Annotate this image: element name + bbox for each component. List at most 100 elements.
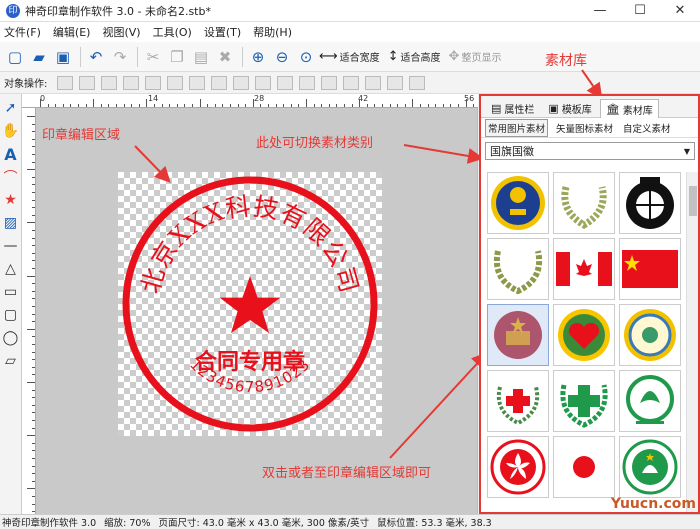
hand-icon[interactable]: ✋ bbox=[2, 121, 20, 141]
category-select[interactable]: 国旗国徽 ▼ bbox=[485, 142, 695, 160]
ruler-tick bbox=[32, 306, 35, 307]
save-icon[interactable]: ▣ bbox=[52, 46, 74, 68]
delete-icon[interactable]: ✖ bbox=[214, 46, 236, 68]
star-tool-icon[interactable]: ★ bbox=[2, 190, 20, 210]
center-page-icon[interactable] bbox=[409, 75, 426, 90]
menu-file[interactable]: 文件(F) bbox=[4, 24, 41, 40]
same-size-icon[interactable] bbox=[387, 75, 404, 90]
redo-icon[interactable]: ↷ bbox=[109, 46, 131, 68]
ruler-tick bbox=[131, 104, 133, 107]
image-tool-icon[interactable]: ▨ bbox=[2, 213, 20, 233]
material-green-cross-emblem[interactable] bbox=[553, 370, 615, 432]
chevron-down-icon: ▼ bbox=[683, 146, 690, 156]
menu-edit[interactable]: 编辑(E) bbox=[53, 24, 91, 40]
menu-help[interactable]: 帮助(H) bbox=[253, 24, 292, 40]
ellipse-tool-icon[interactable]: ◯ bbox=[2, 328, 20, 348]
scrollbar-thumb[interactable] bbox=[689, 186, 697, 216]
line-tool-icon[interactable]: — bbox=[2, 236, 20, 256]
menu-settings[interactable]: 设置(T) bbox=[204, 24, 241, 40]
ruler-tick bbox=[32, 290, 35, 292]
lock-icon[interactable] bbox=[145, 75, 162, 90]
same-width-icon[interactable] bbox=[343, 75, 360, 90]
bring-front-icon[interactable] bbox=[101, 75, 118, 90]
material-hongkong-emblem[interactable] bbox=[487, 436, 549, 498]
fit-height-button[interactable]: ↕ 适合高度 bbox=[388, 49, 441, 64]
material-scrollbar[interactable] bbox=[686, 172, 698, 512]
seal-stamp[interactable]: 北京ⅩⅩⅩ科技有限公司 合同专用章 1234567891023 bbox=[118, 172, 382, 436]
send-back-icon[interactable] bbox=[123, 75, 140, 90]
align-top-icon[interactable] bbox=[233, 75, 250, 90]
undo-icon[interactable]: ↶ bbox=[85, 46, 107, 68]
ruler-tick bbox=[207, 104, 209, 107]
distribute-v-icon[interactable] bbox=[321, 75, 338, 90]
material-china-flag[interactable] bbox=[619, 238, 681, 300]
pointer-icon[interactable]: ➚ bbox=[2, 98, 20, 118]
triangle-tool-icon[interactable]: △ bbox=[2, 259, 20, 279]
tab-materials[interactable]: 🏛 素材库 bbox=[599, 99, 659, 118]
material-green-eco-emblem[interactable] bbox=[619, 370, 681, 432]
close-button[interactable]: ✕ bbox=[660, 0, 700, 22]
material-canada-flag[interactable] bbox=[553, 238, 615, 300]
material-cctv-globe-emblem[interactable] bbox=[619, 172, 681, 234]
seal-star bbox=[219, 276, 281, 333]
ruler-tick bbox=[328, 104, 330, 107]
ruler-tick bbox=[306, 99, 307, 107]
rounded-rect-tool-icon[interactable]: ▢ bbox=[2, 305, 20, 325]
zoom-actual-icon[interactable]: ⊙ bbox=[295, 46, 317, 68]
distribute-h-icon[interactable] bbox=[299, 75, 316, 90]
material-red-cross-emblem[interactable] bbox=[487, 370, 549, 432]
zoom-in-icon[interactable]: ⊕ bbox=[247, 46, 269, 68]
ungroup-icon[interactable] bbox=[79, 75, 96, 90]
subtab-common-images[interactable]: 常用图片素材 bbox=[485, 118, 549, 137]
maximize-button[interactable]: ☐ bbox=[620, 0, 660, 22]
tab-properties[interactable]: ▤ 属性栏 bbox=[485, 99, 540, 118]
copy-icon[interactable]: ❐ bbox=[166, 46, 188, 68]
ruler-tick bbox=[70, 104, 72, 107]
menu-tools[interactable]: 工具(O) bbox=[153, 24, 192, 40]
open-folder-icon[interactable]: ▰ bbox=[28, 46, 50, 68]
same-height-icon[interactable] bbox=[365, 75, 382, 90]
minimize-button[interactable]: — bbox=[580, 0, 620, 22]
material-heart-emblem[interactable] bbox=[553, 304, 615, 366]
ruler-tick bbox=[32, 412, 35, 414]
new-file-icon[interactable]: ▢ bbox=[4, 46, 26, 68]
group-icon[interactable] bbox=[57, 75, 74, 90]
fit-width-button[interactable]: ⟷ 适合宽度 bbox=[319, 49, 380, 64]
material-olive-branch-wreath[interactable] bbox=[487, 238, 549, 300]
menu-view[interactable]: 视图(V) bbox=[102, 24, 140, 40]
zoom-out-icon[interactable]: ⊖ bbox=[271, 46, 293, 68]
full-page-button[interactable]: ✥ 整页显示 bbox=[449, 49, 502, 64]
paste-icon[interactable]: ▤ bbox=[190, 46, 212, 68]
rectangle-tool-icon[interactable]: ▭ bbox=[2, 282, 20, 302]
tab-templates[interactable]: ▣ 模板库 bbox=[542, 99, 597, 118]
red-cross-icon bbox=[496, 386, 540, 426]
cut-icon[interactable]: ✂ bbox=[142, 46, 164, 68]
material-railway-emblem[interactable] bbox=[487, 172, 549, 234]
align-middle-icon[interactable] bbox=[255, 75, 272, 90]
ruler-tick bbox=[344, 104, 345, 107]
main-toolbar: ▢ ▰ ▣ ↶ ↷ ✂ ❐ ▤ ✖ ⊕ ⊖ ⊙ ⟷ 适合宽度 ↕ 适合高度 ✥ 整页显… bbox=[0, 42, 700, 72]
material-macau-emblem[interactable] bbox=[619, 436, 681, 498]
properties-icon: ▤ bbox=[491, 102, 502, 115]
ruler-tick bbox=[275, 104, 277, 107]
subtab-vector-icons[interactable]: 矢量图标素材 bbox=[554, 120, 615, 136]
align-center-icon[interactable] bbox=[189, 75, 206, 90]
material-japan-flag[interactable] bbox=[553, 436, 615, 498]
material-laurel-wreath[interactable] bbox=[553, 172, 615, 234]
align-right-icon[interactable] bbox=[211, 75, 228, 90]
material-yellow-badge[interactable] bbox=[619, 304, 681, 366]
align-bottom-icon[interactable] bbox=[277, 75, 294, 90]
subtab-custom[interactable]: 自定义素材 bbox=[621, 120, 673, 136]
object-operations-label: 对象操作: bbox=[4, 79, 48, 90]
align-left-icon[interactable] bbox=[167, 75, 184, 90]
object-operations-bar: 对象操作: bbox=[0, 72, 700, 94]
material-national-emblem[interactable] bbox=[487, 304, 549, 366]
ruler-tick bbox=[32, 192, 35, 193]
ruler-tick bbox=[100, 104, 102, 107]
arc-text-icon[interactable]: ⌒ bbox=[2, 167, 20, 187]
status-zoom: 缩放: 70% bbox=[104, 518, 151, 529]
text-tool-icon[interactable]: A bbox=[2, 144, 20, 164]
ruler-tick bbox=[32, 473, 35, 475]
ruler-tick bbox=[32, 176, 35, 178]
parallelogram-tool-icon[interactable]: ▱ bbox=[2, 351, 20, 371]
